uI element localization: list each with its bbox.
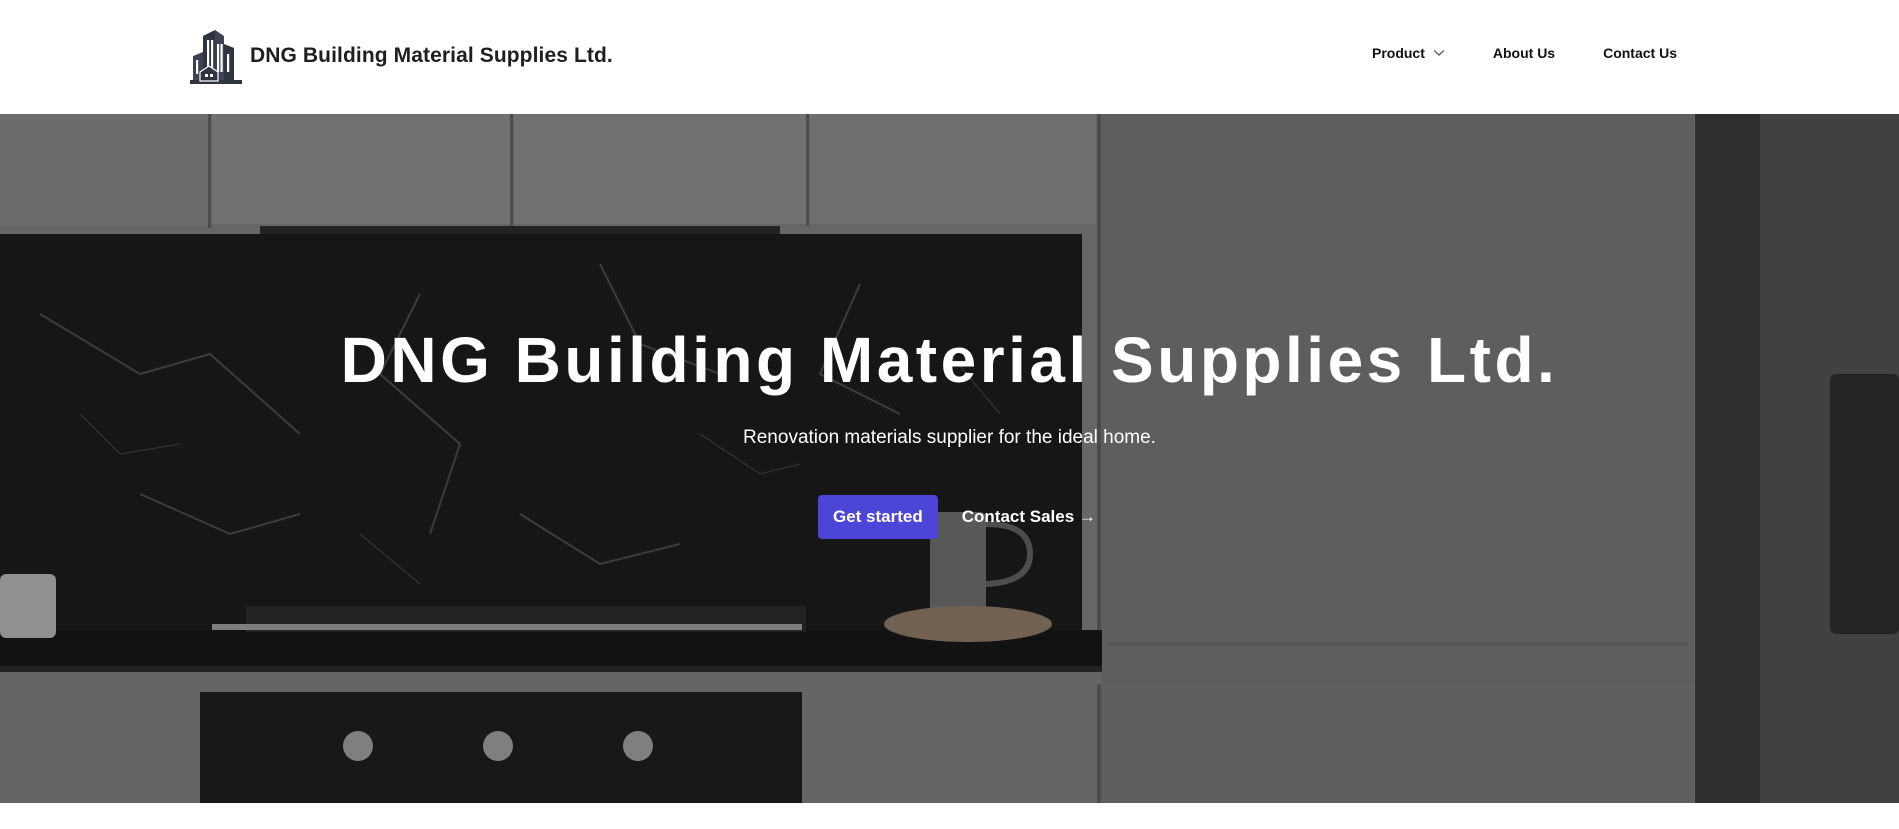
main-nav: Product About Us Contact Us — [1372, 45, 1677, 61]
nav-item-label: About Us — [1492, 45, 1556, 61]
buildings-logo-icon — [190, 30, 242, 84]
nav-item-about-us[interactable]: About Us — [1493, 45, 1555, 61]
contact-sales-link[interactable]: Contact Sales → — [962, 507, 1096, 527]
hero-title: DNG Building Material Supplies Ltd. — [340, 324, 1559, 396]
nav-item-contact-us[interactable]: Contact Us — [1603, 45, 1677, 61]
logo-link[interactable]: DNG Building Material Supplies Ltd. — [190, 28, 613, 84]
hero-content: DNG Building Material Supplies Ltd. Reno… — [0, 114, 1899, 803]
hero-actions: Get started Contact Sales → — [818, 495, 1096, 539]
get-started-button[interactable]: Get started — [818, 495, 938, 539]
site-header: DNG Building Material Supplies Ltd. Prod… — [0, 0, 1899, 114]
nav-item-label: Contact Us — [1603, 45, 1677, 61]
brand-name: DNG Building Material Supplies Ltd. — [250, 44, 613, 67]
hero-subtitle: Renovation materials supplier for the id… — [743, 427, 1156, 448]
nav-item-product[interactable]: Product — [1372, 45, 1445, 61]
hero-section: DNG Building Material Supplies Ltd. Reno… — [0, 114, 1899, 803]
nav-item-label: Product — [1371, 45, 1425, 61]
chevron-down-icon — [1433, 49, 1445, 56]
